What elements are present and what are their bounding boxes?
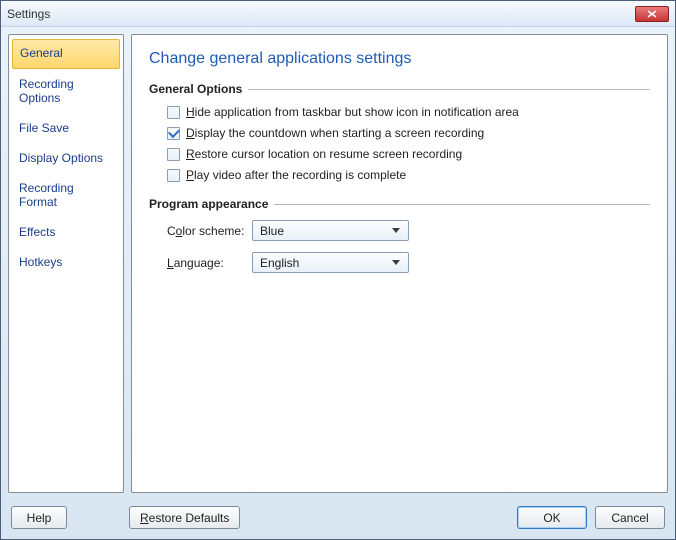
divider — [248, 89, 650, 90]
color-scheme-value: Blue — [260, 224, 387, 238]
sidebar-item-effects[interactable]: Effects — [12, 219, 120, 247]
color-scheme-dropdown[interactable]: Blue — [252, 220, 409, 241]
language-dropdown[interactable]: English — [252, 252, 409, 273]
sidebar-item-recording-options[interactable]: Recording Options — [12, 71, 120, 113]
titlebar: Settings — [1, 1, 675, 27]
cancel-button[interactable]: Cancel — [595, 506, 665, 529]
checkbox-label[interactable]: Play video after the recording is comple… — [186, 168, 406, 182]
checkbox-label[interactable]: Restore cursor location on resume screen… — [186, 147, 462, 161]
checkbox-label[interactable]: Hide application from taskbar but show i… — [186, 105, 519, 119]
close-icon — [647, 10, 657, 18]
ok-button[interactable]: OK — [517, 506, 587, 529]
checkbox[interactable] — [167, 127, 180, 140]
option-row: Restore cursor location on resume screen… — [149, 145, 650, 163]
help-button[interactable]: Help — [11, 506, 67, 529]
color-scheme-label: Color scheme: — [167, 224, 252, 238]
sidebar-item-hotkeys[interactable]: Hotkeys — [12, 249, 120, 277]
divider — [274, 204, 650, 205]
language-label: Language: — [167, 256, 252, 270]
sidebar-item-file-save[interactable]: File Save — [12, 115, 120, 143]
sidebar-item-general[interactable]: General — [12, 39, 120, 69]
group-general-options: General Options — [149, 82, 650, 96]
checkbox[interactable] — [167, 106, 180, 119]
chevron-down-icon — [387, 254, 404, 271]
sidebar-item-recording-format[interactable]: Recording Format — [12, 175, 120, 217]
panel-heading: Change general applications settings — [149, 50, 650, 68]
settings-window: Settings GeneralRecording OptionsFile Sa… — [0, 0, 676, 540]
checkbox-label[interactable]: Display the countdown when starting a sc… — [186, 126, 484, 140]
restore-defaults-button[interactable]: Restore Defaults — [129, 506, 240, 529]
close-button[interactable] — [635, 6, 669, 22]
chevron-down-icon — [387, 222, 404, 239]
option-row: Hide application from taskbar but show i… — [149, 103, 650, 121]
option-row: Display the countdown when starting a sc… — [149, 124, 650, 142]
group-title: Program appearance — [149, 197, 268, 211]
group-program-appearance: Program appearance — [149, 197, 650, 211]
option-row: Play video after the recording is comple… — [149, 166, 650, 184]
checkbox[interactable] — [167, 148, 180, 161]
main-panel: Change general applications settings Gen… — [131, 34, 668, 493]
sidebar-item-display-options[interactable]: Display Options — [12, 145, 120, 173]
button-bar: Help Restore Defaults OK Cancel — [1, 500, 675, 539]
window-title: Settings — [7, 7, 50, 21]
checkbox[interactable] — [167, 169, 180, 182]
sidebar: GeneralRecording OptionsFile SaveDisplay… — [8, 34, 124, 493]
group-title: General Options — [149, 82, 242, 96]
language-value: English — [260, 256, 387, 270]
